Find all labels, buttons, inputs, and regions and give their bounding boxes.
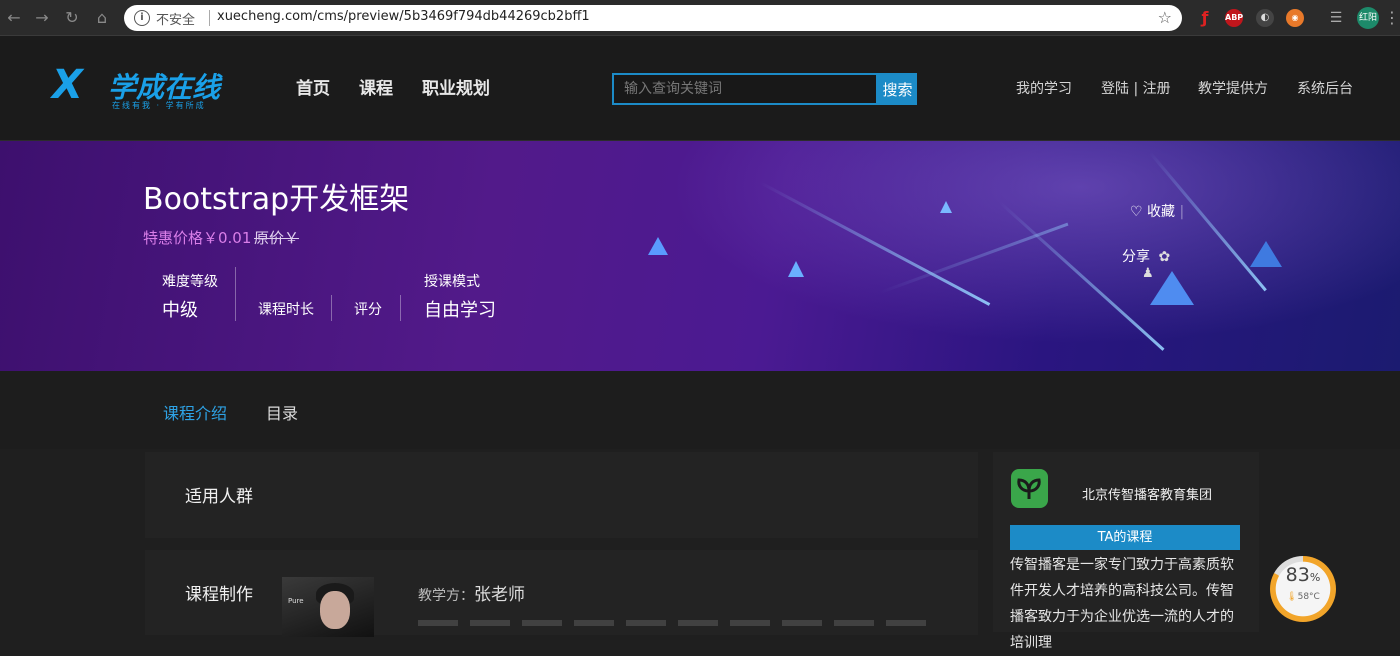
favorite-divider: | <box>1179 204 1185 220</box>
gauge-temperature: 🌡58°C <box>1270 592 1336 602</box>
search-input[interactable] <box>612 73 878 105</box>
course-title: Bootstrap开发框架 <box>143 182 410 217</box>
favorite-label: 收藏 <box>1147 204 1176 220</box>
audience-card: 适用人群 <box>145 452 978 538</box>
mode-label: 授课模式 <box>424 274 480 290</box>
logo-mark: X <box>52 62 83 108</box>
profile-label: 红阳 <box>1358 13 1377 23</box>
url-text[interactable]: xuecheng.com/cms/preview/5b3469f794db442… <box>217 9 590 24</box>
ta-courses-button[interactable]: TA的课程 <box>1010 525 1240 550</box>
main-nav: 首页 课程 职业规划 <box>296 74 490 99</box>
thermometer-icon: 🌡 <box>1286 592 1298 602</box>
browser-toolbar: ← → ↻ ⌂ i 不安全 xuecheng.com/cms/preview/5… <box>0 0 1400 36</box>
adblock-extension-icon[interactable]: ABP <box>1225 9 1243 27</box>
production-card: 课程制作 教学方：张老师 <box>145 550 978 635</box>
system-monitor-gauge[interactable]: 83% 🌡58°C <box>1270 556 1336 622</box>
back-icon[interactable]: ← <box>4 8 24 28</box>
wechat-icon[interactable]: ✿ <box>1158 249 1170 265</box>
home-icon[interactable]: ⌂ <box>92 8 112 28</box>
teacher-info: 教学方：张老师 <box>418 580 525 605</box>
admin-link[interactable]: 系统后台 <box>1297 78 1353 98</box>
info-icon[interactable]: i <box>134 10 150 26</box>
audience-title: 适用人群 <box>185 487 253 507</box>
org-description: 传智播客是一家专门致力于高素质软件开发人才培养的高科技公司。传智播客致力于为企业… <box>1010 557 1234 651</box>
reading-list-icon[interactable]: ☰ <box>1327 9 1345 27</box>
qq-icon[interactable]: ♟ <box>1142 266 1154 281</box>
reload-icon[interactable]: ↻ <box>62 8 82 28</box>
gauge-percent-value: 83 <box>1285 564 1310 586</box>
meta-divider <box>331 295 332 321</box>
bookmark-star-icon[interactable]: ☆ <box>1158 8 1172 27</box>
production-title: 课程制作 <box>185 585 253 605</box>
course-tabs: 课程介绍 目录 <box>0 371 1400 449</box>
gauge-percent: 83% <box>1270 564 1336 586</box>
address-separator <box>209 10 210 26</box>
difficulty-label: 难度等级 <box>162 274 218 290</box>
teacher-name: 张老师 <box>474 585 525 605</box>
browser-menu-icon[interactable]: ⋮ <box>1384 8 1400 27</box>
spy-extension-icon[interactable]: ◐ <box>1256 9 1274 27</box>
nav-home[interactable]: 首页 <box>296 74 330 99</box>
teacher-photo: Pure <box>282 577 374 637</box>
share-area: 分享 ✿ ♟ <box>1122 246 1170 281</box>
photo-caption: Pure <box>288 597 304 605</box>
meta-divider <box>235 267 236 321</box>
rating-label: 评分 <box>354 302 382 318</box>
teacher-bio-preview <box>418 620 938 626</box>
profile-avatar[interactable]: 红阳 <box>1357 7 1379 29</box>
banner-shard <box>788 261 804 277</box>
meta-divider <box>400 295 401 321</box>
forward-icon[interactable]: → <box>32 8 52 28</box>
gauge-percent-unit: % <box>1309 571 1321 584</box>
org-logo <box>1011 469 1048 508</box>
org-name[interactable]: 北京传智播客教育集团 <box>1082 484 1212 503</box>
nav-career[interactable]: 职业规划 <box>422 74 490 99</box>
teacher-face <box>320 591 350 629</box>
search-button[interactable]: 搜索 <box>878 73 917 105</box>
banner-shard <box>1150 271 1194 305</box>
site-header: X 学成在线 在线有我 · 学有所成 首页 课程 职业规划 搜索 我的学习 登陆… <box>0 36 1400 141</box>
mode-value: 自由学习 <box>424 300 496 321</box>
discount-price: 特惠价格￥0.01 <box>143 229 252 247</box>
search-box: 搜索 <box>612 73 917 105</box>
flash-extension-icon[interactable]: ƒ <box>1196 9 1214 27</box>
logo-slogan: 在线有我 · 学有所成 <box>112 101 206 110</box>
leaf-icon <box>1017 478 1041 499</box>
adblock-label: ABP <box>1225 13 1244 22</box>
heart-icon: ♡ <box>1130 204 1143 220</box>
tab-catalog[interactable]: 目录 <box>266 400 298 424</box>
nav-courses[interactable]: 课程 <box>359 74 393 99</box>
banner-shard <box>1250 241 1282 267</box>
tab-intro[interactable]: 课程介绍 <box>163 400 227 424</box>
site-logo[interactable]: X 学成在线 在线有我 · 学有所成 <box>52 64 242 114</box>
my-learning-link[interactable]: 我的学习 <box>1016 78 1072 98</box>
login-register-link[interactable]: 登陆 | 注册 <box>1101 78 1171 98</box>
banner-shard <box>940 201 952 213</box>
address-bar[interactable]: i 不安全 xuecheng.com/cms/preview/5b3469f79… <box>124 5 1182 31</box>
duration-label: 课程时长 <box>258 302 314 318</box>
insecure-label: 不安全 <box>156 13 196 28</box>
share-label: 分享 <box>1122 249 1150 265</box>
difficulty-value: 中级 <box>162 300 198 321</box>
teacher-label: 教学方： <box>418 588 474 604</box>
banner-shard <box>648 237 668 255</box>
favorite-button[interactable]: ♡ 收藏 | <box>1130 201 1184 221</box>
course-banner: Bootstrap开发框架 特惠价格￥0.01 原价￥ 难度等级 中级 课程时长… <box>0 141 1400 371</box>
gauge-temperature-value: 58°C <box>1297 592 1320 602</box>
orange-extension-icon[interactable]: ◉ <box>1286 9 1304 27</box>
original-price: 原价￥ <box>254 229 300 247</box>
teaching-provider-link[interactable]: 教学提供方 <box>1198 78 1268 98</box>
